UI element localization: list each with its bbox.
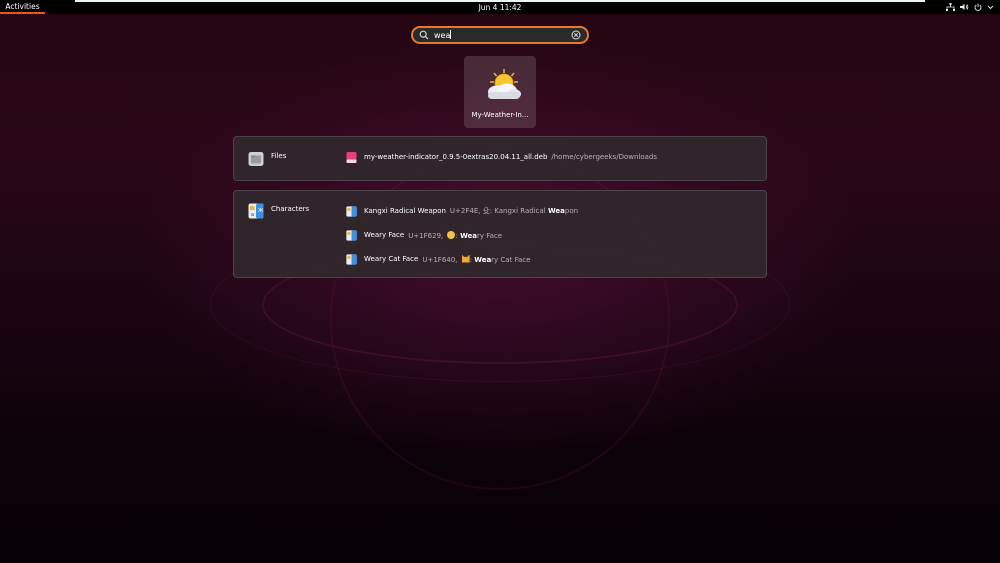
deb-package-icon [346, 151, 357, 163]
weary-face-emoji-icon [447, 230, 456, 239]
chevron-down-icon [987, 4, 994, 10]
top-bar: Activities Jun 4 11:42 [0, 0, 1000, 14]
character-result-description: U+1F640, : Weary Cat Face [422, 254, 531, 264]
power-icon [974, 3, 982, 11]
file-result-title: my-weather-indicator_0.9.5-0extras20.04.… [364, 153, 548, 161]
clock[interactable]: Jun 4 11:42 [470, 0, 530, 14]
characters-app-icon [346, 253, 357, 265]
file-result[interactable]: my-weather-indicator_0.9.5-0extras20.04.… [346, 150, 657, 164]
characters-provider-label: Characters [271, 205, 310, 213]
files-provider[interactable]: Files [248, 151, 286, 167]
file-result-path: /home/cybergeeks/Downloads [551, 153, 658, 161]
clear-icon[interactable] [571, 30, 581, 40]
character-result-kangxi-radical-weapon[interactable]: Kangxi Radical Weapon U+2F4E, ⽎: Kangxi … [346, 204, 578, 218]
app-result-my-weather-indicator[interactable]: My-Weather-In... [464, 56, 536, 128]
character-result-description: U+2F4E, ⽎: Kangxi Radical Weapon [449, 207, 579, 215]
search-icon [419, 30, 429, 40]
characters-app-icon [346, 229, 357, 241]
characters-app-icon: a Ж [248, 203, 264, 219]
svg-text:a: a [251, 212, 254, 218]
characters-provider[interactable]: a Ж Characters [248, 203, 309, 219]
character-result-title: Weary Face [364, 231, 405, 239]
system-tray[interactable] [946, 0, 994, 14]
app-result-label: My-Weather-In... [471, 111, 529, 119]
character-result-title: Weary Cat Face [364, 255, 419, 263]
character-result-weary-cat-face[interactable]: Weary Cat Face U+1F640, : Weary Cat Face [346, 252, 530, 266]
search-query[interactable]: wea [434, 30, 571, 40]
folder-icon [248, 152, 264, 166]
character-result-title: Kangxi Radical Weapon [364, 207, 446, 215]
search-input[interactable]: wea [411, 26, 589, 44]
character-result-description: U+1F629, : Weary Face [408, 230, 503, 240]
characters-app-icon [346, 205, 357, 217]
svg-text:Ж: Ж [258, 208, 264, 214]
files-provider-label: Files [271, 152, 287, 160]
character-result-weary-face[interactable]: Weary Face U+1F629, : Weary Face [346, 228, 502, 242]
weather-icon [488, 69, 521, 99]
files-results-panel: Files my-weather-indicator_0.9.5-0extras… [233, 136, 767, 181]
activities-button[interactable]: Activities [0, 0, 45, 14]
network-icon [946, 3, 955, 11]
characters-results-panel: a Ж Characters Kangxi Radical Weapon U+2… [233, 190, 767, 278]
volume-icon [960, 3, 969, 11]
weary-cat-face-emoji-icon [461, 254, 470, 263]
